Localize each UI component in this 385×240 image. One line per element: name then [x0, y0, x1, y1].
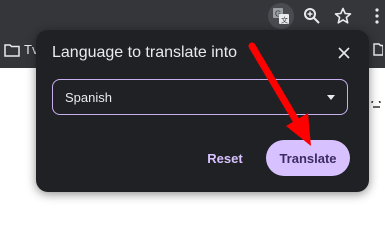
- bookmark-folder[interactable]: Tv: [4, 42, 38, 57]
- svg-text:文: 文: [281, 16, 288, 25]
- translate-dialog: Language to translate into Spanish Reset…: [36, 30, 369, 192]
- chevron-down-icon: [327, 95, 335, 100]
- dialog-title: Language to translate into: [52, 44, 238, 61]
- browser-toolbar: G 文: [0, 0, 385, 32]
- link-icon: [367, 98, 381, 116]
- language-select-value: Spanish: [65, 90, 112, 105]
- folder-icon: [4, 43, 20, 57]
- folder-icon[interactable]: [373, 42, 384, 61]
- zoom-icon[interactable]: [299, 3, 325, 29]
- more-menu-icon[interactable]: [364, 3, 385, 29]
- translate-icon[interactable]: G 文: [268, 3, 294, 29]
- translate-button[interactable]: Translate: [266, 140, 350, 176]
- close-icon: [338, 47, 350, 59]
- language-select[interactable]: Spanish: [52, 79, 348, 115]
- star-icon[interactable]: [330, 3, 356, 29]
- close-button[interactable]: [333, 42, 355, 64]
- reset-button[interactable]: Reset: [196, 140, 254, 176]
